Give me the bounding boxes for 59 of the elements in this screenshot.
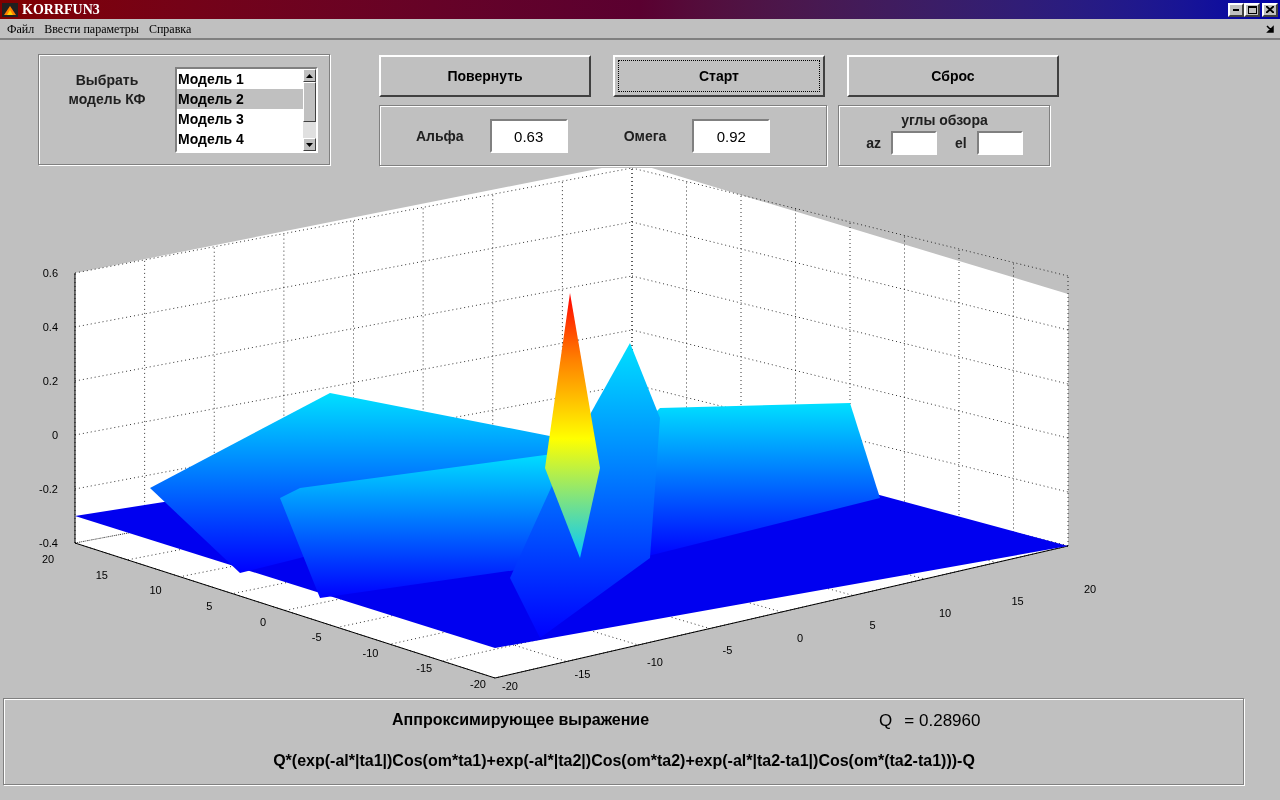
y-tick-label: 15: [95, 568, 108, 581]
model-listbox[interactable]: Модель 1 Модель 2 Модель 3 Модель 4: [175, 67, 318, 153]
y-tick-label: -10: [362, 646, 379, 659]
scroll-up-icon: [306, 73, 313, 78]
view-angles-title: углы обзора: [901, 111, 988, 129]
x-tick-label: 5: [869, 619, 876, 632]
angle-field[interactable]: [891, 131, 938, 155]
y-tick-label: 0: [259, 615, 267, 628]
scroll-thumb[interactable]: [303, 82, 316, 122]
q-label: Q: [879, 710, 893, 728]
y-tick-label: -5: [311, 631, 322, 644]
model-label: Выбрать модель КФ: [67, 71, 147, 109]
z-tick-label: -0.2: [39, 483, 58, 495]
close-button[interactable]: [1262, 2, 1278, 17]
menu-item[interactable]: Справка: [143, 19, 197, 38]
dock-arrow-icon: [1266, 24, 1274, 33]
z-tick-label: 0.6: [42, 267, 58, 279]
x-tick-label: -15: [574, 667, 591, 680]
command-button[interactable]: Старт: [613, 55, 825, 97]
model-list-item[interactable]: Модель 2: [177, 89, 303, 109]
scroll-down-icon: [306, 142, 313, 147]
y-tick-label: 5: [206, 599, 213, 612]
z-tick-label: -0.4: [39, 537, 58, 549]
x-tick-label: -10: [647, 655, 663, 668]
y-tick-label: 10: [149, 584, 162, 597]
window-title: KORRFUN3: [22, 1, 100, 19]
scrollbar[interactable]: [303, 69, 316, 151]
parameter-field[interactable]: 0.63: [489, 119, 568, 153]
parameter-label: Омега: [623, 126, 667, 146]
angle-label: el: [955, 133, 967, 153]
angle-label: az: [866, 133, 882, 153]
minimize-icon: [1233, 8, 1239, 11]
formula-expression: Q*(exp(-al*|ta1|)Cos(om*ta1)+exp(-al*|ta2|)Cos(om*ta2)+exp(-al*|ta2-ta1|)Cos(om*(ta2-ta1)))-Q: [273, 751, 975, 771]
parameter-field[interactable]: 0.92: [692, 119, 771, 153]
y-tick-label: -15: [416, 662, 433, 675]
command-button[interactable]: Сброс: [847, 55, 1059, 97]
x-tick-label: 15: [1011, 595, 1024, 608]
app-icon: [2, 2, 18, 17]
x-tick-label: 10: [938, 607, 952, 620]
z-tick-label: 0.4: [42, 321, 58, 333]
x-tick-label: -20: [502, 680, 518, 692]
maximize-button[interactable]: [1244, 2, 1260, 17]
x-tick-label: -5: [722, 643, 733, 656]
z-tick-label: 0: [51, 429, 58, 441]
minimize-button[interactable]: [1228, 2, 1244, 17]
close-icon: [1266, 6, 1274, 13]
x-tick-label: 20: [1083, 583, 1097, 595]
q-value: = 0.28960: [904, 710, 981, 728]
y-tick-label: 20: [41, 553, 55, 565]
maximize-icon: [1247, 5, 1257, 14]
angle-field[interactable]: [976, 131, 1023, 155]
command-button[interactable]: Повернуть: [379, 55, 591, 97]
menu-item[interactable]: Файл: [2, 19, 40, 38]
x-tick-label: 0: [796, 631, 804, 644]
formula-title: Аппроксимирующее выражение: [392, 710, 650, 728]
z-tick-label: 0.2: [42, 375, 58, 387]
y-tick-label: -20: [470, 678, 486, 690]
menu-item[interactable]: Ввести параметры: [39, 19, 144, 38]
parameter-label: Альфа: [416, 126, 464, 146]
